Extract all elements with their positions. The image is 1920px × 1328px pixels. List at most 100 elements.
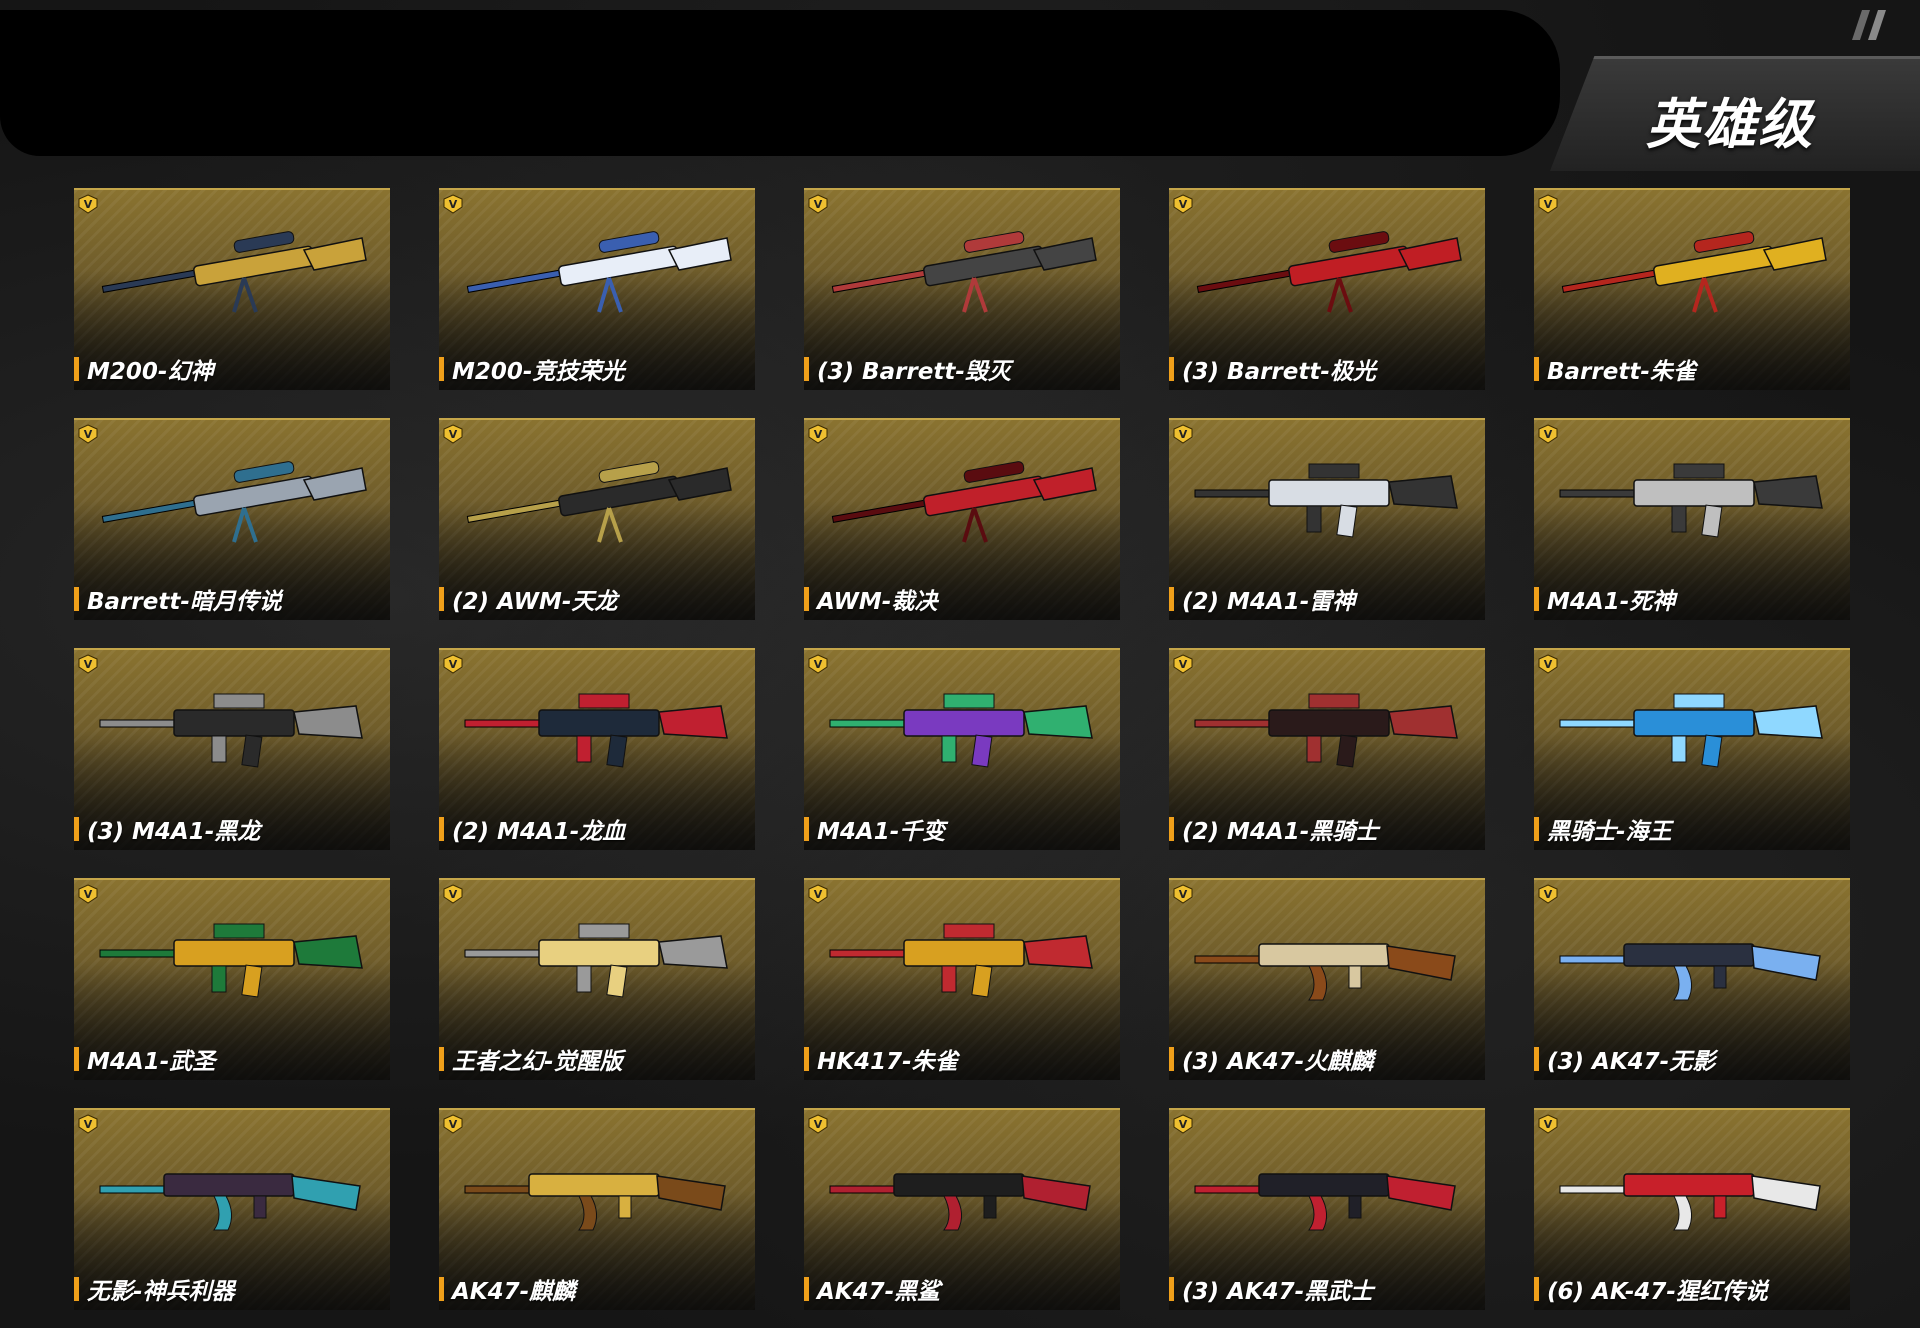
weapon-name: (3) Barrett-极光	[1182, 359, 1376, 385]
svg-text:V: V	[84, 658, 93, 671]
weapon-card[interactable]: V (3) Barrett-极光	[1169, 188, 1485, 390]
weapon-card[interactable]: V Barrett-暗月传说	[74, 418, 390, 620]
label-accent-bar	[74, 817, 79, 841]
weapon-label-row: M4A1-武圣	[74, 1046, 390, 1075]
assault-rifle-icon	[99, 693, 363, 768]
label-accent-bar	[439, 817, 444, 841]
sniper-rifle-icon	[831, 461, 1097, 543]
vip-badge-icon: V	[1173, 1114, 1193, 1134]
vip-badge-icon: V	[1173, 424, 1193, 444]
weapon-name: (3) Barrett-毁灭	[817, 359, 1011, 385]
assault-rifle-icon	[99, 923, 363, 998]
weapon-card[interactable]: V M4A1-死神	[1534, 418, 1850, 620]
vip-badge-icon: V	[1173, 654, 1193, 674]
weapon-card[interactable]: V Barrett-朱雀	[1534, 188, 1850, 390]
weapon-name: AK47-麒麟	[452, 1279, 576, 1305]
weapon-name: AWM-裁决	[817, 589, 938, 615]
sniper-rifle-icon	[1196, 231, 1462, 313]
weapon-name: M4A1-武圣	[87, 1049, 216, 1075]
label-accent-bar	[74, 587, 79, 611]
weapon-name: (6) AK-47-猩红传说	[1547, 1279, 1768, 1305]
svg-text:V: V	[1179, 888, 1188, 901]
assault-rifle-icon	[829, 923, 1093, 998]
weapon-card[interactable]: V (2) AWM-天龙	[439, 418, 755, 620]
weapon-card[interactable]: V M4A1-千变	[804, 648, 1120, 850]
weapon-name: Barrett-朱雀	[1547, 359, 1696, 385]
label-accent-bar	[804, 1277, 809, 1301]
label-accent-bar	[804, 1047, 809, 1071]
svg-text:V: V	[814, 658, 823, 671]
ak-rifle-icon	[829, 1173, 1091, 1231]
weapon-label-row: 黑骑士-海王	[1534, 816, 1850, 845]
weapon-card[interactable]: V AK47-麒麟	[439, 1108, 755, 1310]
weapon-card[interactable]: V 无影-神兵利器	[74, 1108, 390, 1310]
weapon-label-row: M200-幻神	[74, 356, 390, 385]
weapon-label-row: AK47-黑鲨	[804, 1276, 1120, 1305]
weapon-label-row: (3) AK47-火麒麟	[1169, 1046, 1485, 1075]
weapon-label-row: 王者之幻-觉醒版	[439, 1046, 755, 1075]
assault-rifle-icon	[1194, 693, 1458, 768]
weapon-name: (2) M4A1-雷神	[1182, 589, 1356, 615]
weapon-card[interactable]: V (2) M4A1-黑骑士	[1169, 648, 1485, 850]
weapon-label-row: M4A1-死神	[1534, 586, 1850, 615]
weapon-name: (3) AK47-无影	[1547, 1049, 1716, 1075]
weapon-name: (2) M4A1-黑骑士	[1182, 819, 1379, 845]
weapon-card[interactable]: V 黑骑士-海王	[1534, 648, 1850, 850]
weapon-card[interactable]: V M200-幻神	[74, 188, 390, 390]
vip-badge-icon: V	[78, 654, 98, 674]
weapon-grid: V M200-幻神 V M200-竞技荣光 V (3) Barrett-毁灭 V…	[74, 188, 1850, 1310]
label-accent-bar	[439, 587, 444, 611]
svg-text:V: V	[1179, 658, 1188, 671]
weapon-card[interactable]: V (3) M4A1-黑龙	[74, 648, 390, 850]
weapon-label-row: AK47-麒麟	[439, 1276, 755, 1305]
weapon-card[interactable]: V 王者之幻-觉醒版	[439, 878, 755, 1080]
weapon-name: (3) M4A1-黑龙	[87, 819, 261, 845]
weapon-card[interactable]: V (2) M4A1-龙血	[439, 648, 755, 850]
weapon-card[interactable]: V M4A1-武圣	[74, 878, 390, 1080]
weapon-card[interactable]: V (3) AK47-黑武士	[1169, 1108, 1485, 1310]
ak-rifle-icon	[1559, 1173, 1821, 1231]
weapon-card[interactable]: V (3) AK47-火麒麟	[1169, 878, 1485, 1080]
weapon-label-row: (3) Barrett-极光	[1169, 356, 1485, 385]
vip-badge-icon: V	[808, 884, 828, 904]
weapon-name: (2) M4A1-龙血	[452, 819, 626, 845]
svg-text:V: V	[449, 428, 458, 441]
weapon-card[interactable]: V M200-竞技荣光	[439, 188, 755, 390]
weapon-card[interactable]: V HK417-朱雀	[804, 878, 1120, 1080]
label-accent-bar	[439, 1277, 444, 1301]
assault-rifle-icon	[1194, 463, 1458, 538]
svg-text:V: V	[84, 888, 93, 901]
weapon-label-row: 无影-神兵利器	[74, 1276, 390, 1305]
vip-badge-icon: V	[443, 1114, 463, 1134]
weapon-label-row: Barrett-暗月传说	[74, 586, 390, 615]
assault-rifle-icon	[464, 923, 728, 998]
vip-badge-icon: V	[1538, 654, 1558, 674]
ak-rifle-icon	[1194, 943, 1456, 1001]
weapon-card[interactable]: V (2) M4A1-雷神	[1169, 418, 1485, 620]
ak-rifle-icon	[464, 1173, 726, 1231]
svg-text:V: V	[1179, 198, 1188, 211]
weapon-card[interactable]: V (3) AK47-无影	[1534, 878, 1850, 1080]
svg-text:V: V	[449, 888, 458, 901]
label-accent-bar	[1169, 1277, 1174, 1301]
weapon-card[interactable]: V (6) AK-47-猩红传说	[1534, 1108, 1850, 1310]
svg-text:V: V	[814, 1118, 823, 1131]
label-accent-bar	[439, 1047, 444, 1071]
weapon-card[interactable]: V AK47-黑鲨	[804, 1108, 1120, 1310]
ak-rifle-icon	[99, 1173, 361, 1231]
vip-badge-icon: V	[1173, 194, 1193, 214]
header-bar	[0, 10, 1560, 156]
svg-text:V: V	[84, 428, 93, 441]
vip-badge-icon: V	[1538, 424, 1558, 444]
weapon-card[interactable]: V AWM-裁决	[804, 418, 1120, 620]
weapon-name: HK417-朱雀	[817, 1049, 958, 1075]
svg-text:V: V	[1179, 428, 1188, 441]
sniper-rifle-icon	[101, 231, 367, 313]
weapon-label-row: (3) Barrett-毁灭	[804, 356, 1120, 385]
weapon-label-row: M200-竞技荣光	[439, 356, 755, 385]
svg-text:V: V	[1544, 428, 1553, 441]
weapon-label-row: (2) M4A1-龙血	[439, 816, 755, 845]
weapon-card[interactable]: V (3) Barrett-毁灭	[804, 188, 1120, 390]
label-accent-bar	[439, 357, 444, 381]
label-accent-bar	[1534, 587, 1539, 611]
